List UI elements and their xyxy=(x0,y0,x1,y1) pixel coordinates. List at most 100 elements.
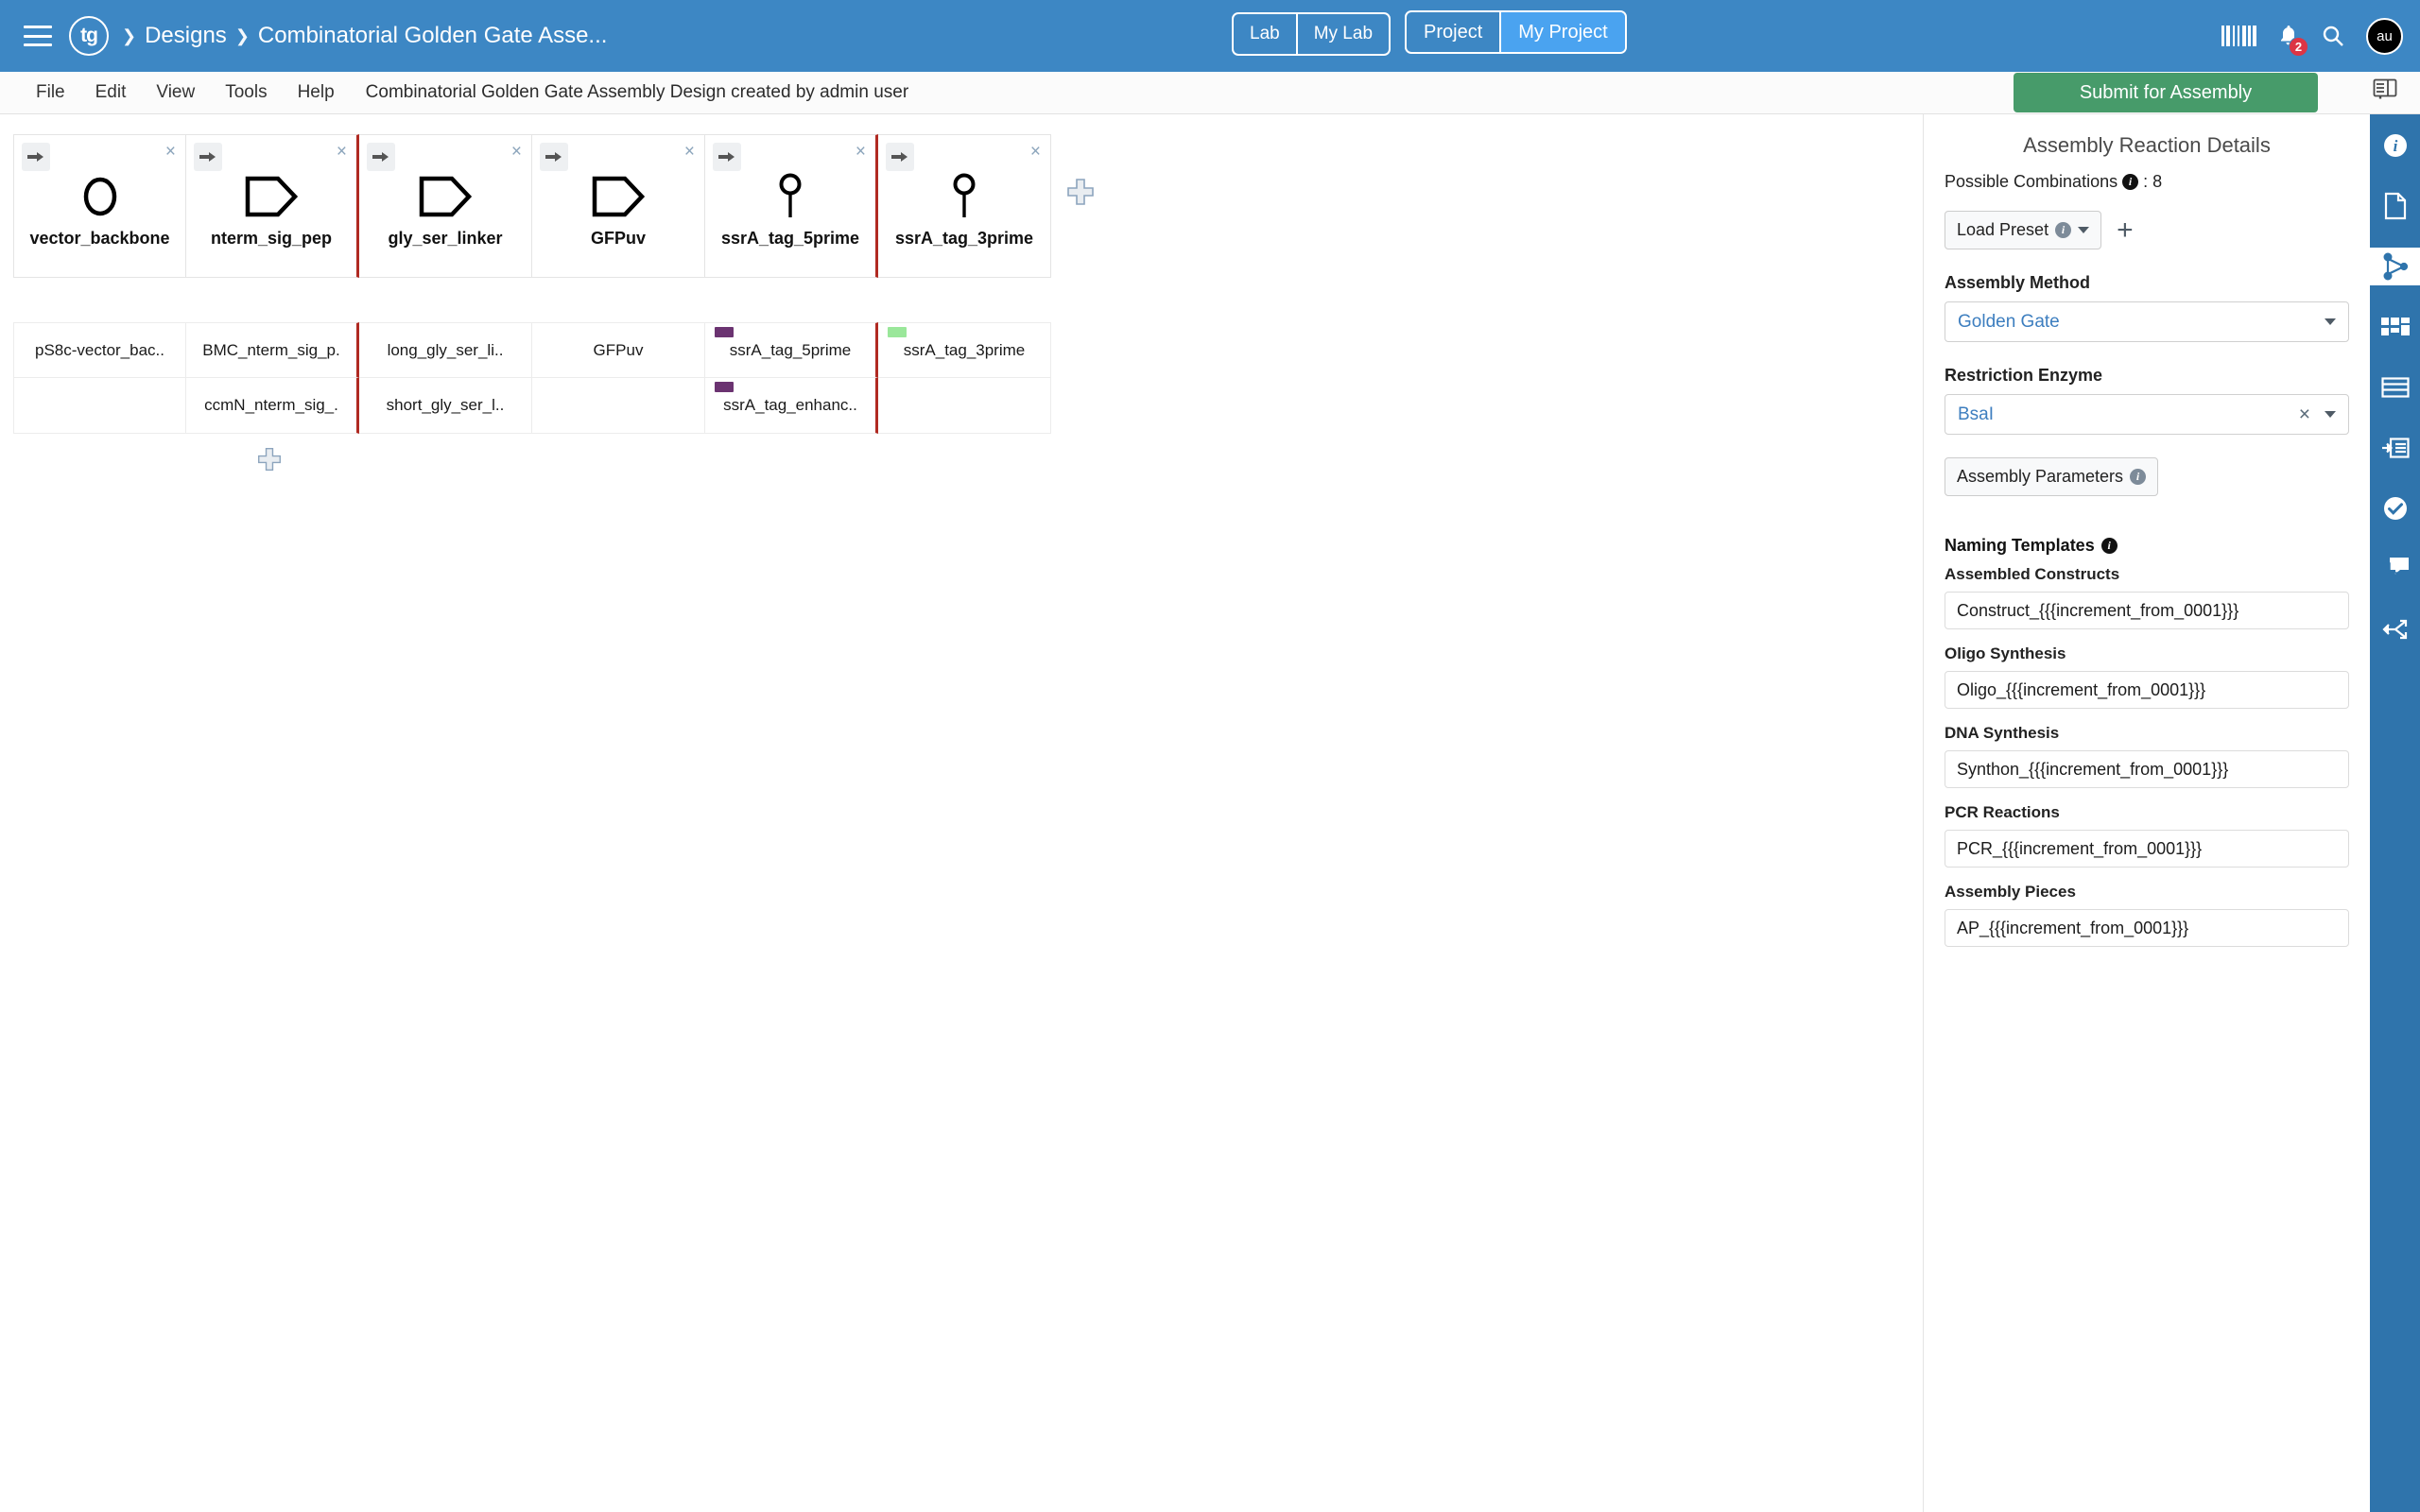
part-cell[interactable]: BMC_nterm_sig_p. xyxy=(186,322,359,378)
bin-card[interactable]: × nterm_sig_pep xyxy=(186,134,359,278)
search-icon[interactable] xyxy=(2321,24,2345,48)
bin-label: gly_ser_linker xyxy=(388,229,502,249)
oligo-synthesis-input[interactable] xyxy=(1945,671,2349,709)
bin-card[interactable]: × vector_backbone xyxy=(13,134,186,278)
assembly-parameters-label: Assembly Parameters xyxy=(1957,467,2123,487)
menu-view[interactable]: View xyxy=(141,82,210,103)
part-cell[interactable]: pS8c-vector_bac.. xyxy=(13,322,186,378)
assembly-pieces-input[interactable] xyxy=(1945,909,2349,947)
chevron-down-icon xyxy=(2325,411,2336,418)
load-preset-button[interactable]: Load Preset i xyxy=(1945,211,2101,249)
info-icon[interactable]: i xyxy=(2122,174,2138,190)
project-button[interactable]: Project xyxy=(1407,12,1499,52)
lab-selector[interactable]: Lab My Lab xyxy=(1232,12,1391,56)
project-selector[interactable]: Project My Project xyxy=(1405,10,1627,54)
cds-arrow-glyph xyxy=(591,169,646,224)
add-part-button[interactable] xyxy=(257,447,1051,476)
assembly-parameters-button[interactable]: Assembly Parameters i xyxy=(1945,457,2158,496)
bin-direction-arrow-icon[interactable] xyxy=(367,143,395,171)
notification-badge: 2 xyxy=(2289,37,2308,57)
my-project-button[interactable]: My Project xyxy=(1499,12,1624,52)
clear-icon[interactable]: × xyxy=(2299,404,2310,426)
my-lab-button[interactable]: My Lab xyxy=(1296,14,1389,54)
part-cell[interactable]: ssrA_tag_enhanc.. xyxy=(705,378,878,434)
part-cell[interactable]: long_gly_ser_li.. xyxy=(359,322,532,378)
parts-table: pS8c-vector_bac.. BMC_nterm_sig_p. long_… xyxy=(13,322,1051,476)
naming-templates-label: Naming Templates xyxy=(1945,536,2095,556)
bin-close-icon[interactable]: × xyxy=(1030,143,1041,161)
add-bin-button[interactable] xyxy=(1066,178,1095,211)
bell-icon[interactable]: 2 xyxy=(2277,24,2300,48)
app-header: tg ❯ Designs ❯ Combinatorial Golden Gate… xyxy=(0,0,2420,72)
part-cell[interactable]: GFPuv xyxy=(532,322,705,378)
part-cell[interactable]: ccmN_nterm_sig_. xyxy=(186,378,359,434)
part-cell[interactable] xyxy=(532,378,705,434)
assembly-pieces-label: Assembly Pieces xyxy=(1945,883,2349,902)
document-icon[interactable] xyxy=(2370,187,2420,225)
menu-tools[interactable]: Tools xyxy=(210,82,282,103)
part-cell-label: ssrA_tag_5prime xyxy=(730,341,852,360)
assembly-method-select[interactable]: Golden Gate xyxy=(1945,301,2349,342)
lab-button[interactable]: Lab xyxy=(1234,14,1296,54)
bin-card[interactable]: × gly_ser_linker xyxy=(359,134,532,278)
bin-close-icon[interactable]: × xyxy=(684,143,695,161)
naming-templates-heading: Naming Templates i xyxy=(1945,536,2349,556)
menu-help[interactable]: Help xyxy=(283,82,350,103)
info-icon[interactable]: i xyxy=(2370,127,2420,164)
right-icon-rail: i xyxy=(2370,114,2420,1512)
assembly-tree-icon[interactable] xyxy=(2370,248,2420,285)
menu-edit[interactable]: Edit xyxy=(80,82,142,103)
info-icon[interactable]: i xyxy=(2101,538,2118,554)
assembly-reaction-details-panel: Assembly Reaction Details Possible Combi… xyxy=(1923,114,2370,1512)
barcode-icon[interactable] xyxy=(2221,26,2256,46)
bin-close-icon[interactable]: × xyxy=(165,143,176,161)
comments-icon[interactable] xyxy=(2370,550,2420,588)
bin-direction-arrow-icon[interactable] xyxy=(540,143,568,171)
part-cell[interactable] xyxy=(878,378,1051,434)
bin-direction-arrow-icon[interactable] xyxy=(713,143,741,171)
bin-direction-arrow-icon[interactable] xyxy=(886,143,914,171)
part-cell[interactable] xyxy=(13,378,186,434)
assembly-parameters-row: Assembly Parameters i xyxy=(1945,457,2349,496)
possible-combinations-value: 8 xyxy=(2152,172,2162,192)
grid-layout-icon[interactable] xyxy=(2370,308,2420,346)
add-preset-button[interactable]: + xyxy=(2117,216,2134,245)
assembled-constructs-input[interactable] xyxy=(1945,592,2349,629)
dna-synthesis-label: DNA Synthesis xyxy=(1945,724,2349,743)
part-cell[interactable]: short_gly_ser_l.. xyxy=(359,378,532,434)
part-cell[interactable]: ssrA_tag_5prime xyxy=(705,322,878,378)
check-circle-icon[interactable] xyxy=(2370,490,2420,527)
info-icon[interactable]: i xyxy=(2055,222,2071,238)
data-entry-icon[interactable] xyxy=(2370,429,2420,467)
part-cell[interactable]: ssrA_tag_3prime xyxy=(878,322,1051,378)
share-network-icon[interactable] xyxy=(2370,610,2420,648)
breadcrumb-item-current[interactable]: Combinatorial Golden Gate Asse... xyxy=(258,23,608,49)
pcr-reactions-input[interactable] xyxy=(1945,830,2349,868)
circle-origin-glyph xyxy=(80,169,120,224)
bin-close-icon[interactable]: × xyxy=(511,143,522,161)
app-logo[interactable]: tg xyxy=(69,16,109,56)
bin-card[interactable]: × ssrA_tag_5prime xyxy=(705,134,878,278)
possible-combinations: Possible Combinations i : 8 xyxy=(1945,172,2349,192)
restriction-enzyme-select[interactable]: BsaI × xyxy=(1945,394,2349,435)
design-canvas: × vector_backbone × nterm_sig_pep × xyxy=(0,114,1923,1512)
menu-file[interactable]: File xyxy=(21,82,80,103)
dna-synthesis-input[interactable] xyxy=(1945,750,2349,788)
breadcrumb: ❯ Designs ❯ Combinatorial Golden Gate As… xyxy=(122,23,607,49)
assembly-method-label: Assembly Method xyxy=(1945,273,2349,293)
list-table-icon[interactable] xyxy=(2370,369,2420,406)
bin-close-icon[interactable]: × xyxy=(337,143,347,161)
submit-for-assembly-button[interactable]: Submit for Assembly xyxy=(2014,73,2318,112)
info-icon[interactable]: i xyxy=(2130,469,2146,485)
menu-hamburger-icon[interactable] xyxy=(24,26,52,46)
bin-direction-arrow-icon[interactable] xyxy=(194,143,222,171)
bin-card[interactable]: × ssrA_tag_3prime xyxy=(878,134,1051,278)
bin-close-icon[interactable]: × xyxy=(856,143,866,161)
bin-card[interactable]: × GFPuv xyxy=(532,134,705,278)
toggle-side-panel-icon[interactable] xyxy=(2373,77,2397,105)
part-cell-label: ssrA_tag_3prime xyxy=(904,341,1026,360)
cds-arrow-glyph xyxy=(418,169,473,224)
breadcrumb-item-designs[interactable]: Designs xyxy=(145,23,227,49)
bin-direction-arrow-icon[interactable] xyxy=(22,143,50,171)
avatar[interactable]: au xyxy=(2366,18,2403,55)
